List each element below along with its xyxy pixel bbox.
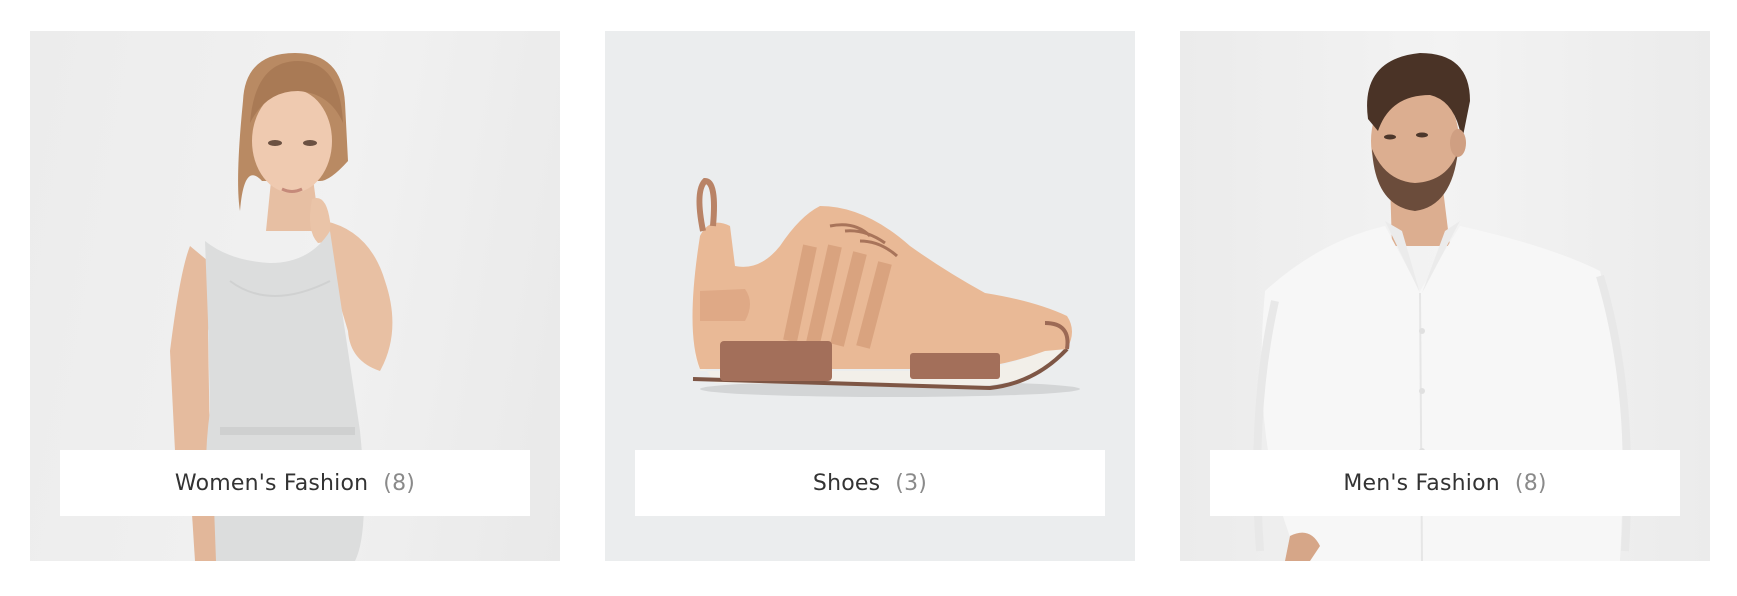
category-card-shoes[interactable]: Shoes (3) — [605, 31, 1135, 561]
category-count: (3) — [895, 470, 928, 496]
category-count: (8) — [383, 470, 416, 496]
category-title: Women's Fashion — [174, 470, 369, 496]
category-title: Men's Fashion — [1343, 470, 1500, 496]
category-grid: Women's Fashion (8) Shoes (3) Men's Fash… — [30, 31, 1710, 561]
category-count: (8) — [1514, 470, 1547, 496]
category-card-womens-fashion[interactable]: Women's Fashion (8) — [30, 31, 560, 561]
category-label[interactable]: Men's Fashion (8) — [1210, 450, 1680, 516]
category-card-mens-fashion[interactable]: Men's Fashion (8) — [1180, 31, 1710, 561]
category-title: Shoes — [812, 470, 881, 496]
category-label[interactable]: Women's Fashion (8) — [60, 450, 530, 516]
category-label[interactable]: Shoes (3) — [635, 450, 1105, 516]
